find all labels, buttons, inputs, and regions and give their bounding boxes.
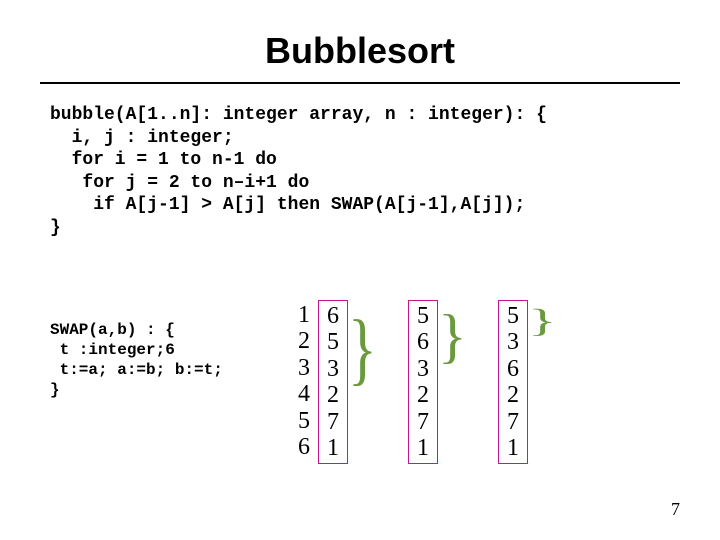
index-column: 1 2 3 4 5 6 bbox=[290, 300, 318, 462]
cell: 6 bbox=[327, 303, 339, 329]
cell: 6 bbox=[507, 356, 519, 382]
slide-title: Bubblesort bbox=[0, 0, 720, 82]
brace-icon: } bbox=[348, 302, 377, 395]
cell: 5 bbox=[327, 329, 339, 355]
title-divider bbox=[40, 82, 680, 84]
cell: 2 bbox=[507, 382, 519, 408]
cell: 1 bbox=[417, 435, 429, 461]
cell: 6 bbox=[298, 434, 310, 460]
cell: 2 bbox=[298, 328, 310, 354]
array-columns: 1 2 3 4 5 6 6 5 3 2 7 1 } 5 6 3 2 7 1 bbox=[290, 300, 554, 464]
array-pass-2: 5 3 6 2 7 1 bbox=[498, 300, 528, 464]
brace-mid: } bbox=[438, 300, 464, 464]
cell: 3 bbox=[298, 355, 310, 381]
cell: 3 bbox=[417, 356, 429, 382]
cell: 7 bbox=[327, 409, 339, 435]
cell: 7 bbox=[417, 409, 429, 435]
array-pass-1: 5 6 3 2 7 1 bbox=[408, 300, 438, 464]
cell: 7 bbox=[507, 409, 519, 435]
brace-icon: } bbox=[528, 302, 557, 340]
cell: 5 bbox=[298, 408, 310, 434]
cell: 3 bbox=[507, 329, 519, 355]
cell: 1 bbox=[298, 302, 310, 328]
cell: 6 bbox=[417, 329, 429, 355]
cell: 3 bbox=[327, 356, 339, 382]
brace-icon: } bbox=[438, 302, 467, 371]
array-pass-0: 6 5 3 2 7 1 bbox=[318, 300, 348, 464]
cell: 4 bbox=[298, 381, 310, 407]
cell: 2 bbox=[417, 382, 429, 408]
cell: 1 bbox=[507, 435, 519, 461]
cell: 5 bbox=[507, 303, 519, 329]
cell: 5 bbox=[417, 303, 429, 329]
brace-full: } bbox=[348, 300, 374, 464]
page-number: 7 bbox=[671, 499, 680, 520]
code-swap: SWAP(a,b) : { t :integer;6 t:=a; a:=b; b… bbox=[50, 320, 223, 400]
brace-small: } bbox=[528, 300, 554, 464]
cell: 2 bbox=[327, 382, 339, 408]
cell: 1 bbox=[327, 435, 339, 461]
code-bubble: bubble(A[1..n]: integer array, n : integ… bbox=[50, 104, 720, 239]
